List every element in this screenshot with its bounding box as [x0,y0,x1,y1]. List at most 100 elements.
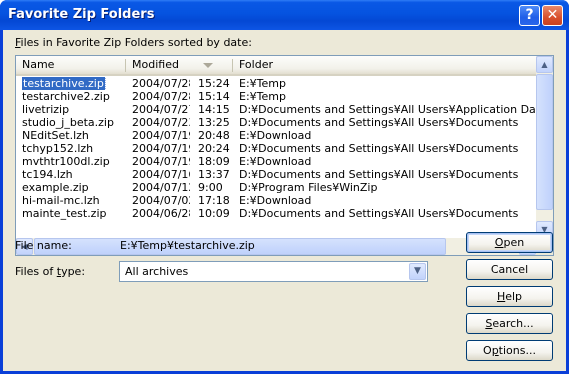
options-button-pre: O [483,344,492,357]
row-time: 13:37 [198,168,230,181]
row-folder: E:¥Temp [239,90,286,103]
list-row[interactable]: mainte_test.zip 2004/06/28 10:09 D:¥Docu… [16,207,536,220]
row-folder: E:¥Download [239,194,312,207]
row-name-cell: example.zip [22,181,126,194]
scroll-up-button[interactable]: ▲ [536,56,553,73]
row-name-cell: livetrizip [22,103,126,116]
column-header-name[interactable]: Name [16,56,125,74]
row-name-cell: tchyp152.lzh [22,142,126,155]
row-name: testarchive.zip [22,77,106,90]
row-date: 2004/07/23 [132,116,190,129]
files-of-type-value: All archives [125,265,189,278]
row-date: 2004/06/28 [132,207,190,220]
files-list-label-text: iles in Favorite Zip Folders sorted by d… [20,36,252,49]
list-header: Name Modified Folder [16,56,536,76]
row-folder: E:¥Temp [239,77,286,90]
row-name: NEditSet.lzh [22,129,89,142]
list-row[interactable]: testarchive2.zip 2004/07/28 15:14 E:¥Tem… [16,90,536,103]
files-list-label: Files in Favorite Zip Folders sorted by … [15,36,252,49]
row-time: 18:09 [198,155,230,168]
row-date: 2004/07/27 [132,103,190,116]
row-name-cell: studio_j_beta.zip [22,116,126,129]
row-time: 17:18 [198,194,230,207]
row-name-cell: testarchive.zip [22,77,126,90]
row-folder: E:¥Download [239,155,312,168]
row-name: example.zip [22,181,89,194]
file-name-value: E:¥Temp¥testarchive.zip [120,239,255,252]
row-time: 15:14 [198,90,230,103]
list-row[interactable]: mvthtr100dl.zip 2004/07/19 18:09 E:¥Down… [16,155,536,168]
row-name: livetrizip [22,103,70,116]
files-of-type-label: Files of type: [15,265,85,278]
row-time: 15:24 [198,77,230,90]
row-time: 9:00 [198,181,223,194]
list-row[interactable]: studio_j_beta.zip 2004/07/23 13:25 D:¥Do… [16,116,536,129]
vertical-scrollbar[interactable]: ▲ ▼ [536,56,553,238]
row-name: hi-mail-mc.lzh [22,194,100,207]
sort-descending-icon [203,63,213,68]
search-button-label: earch... [492,317,534,330]
row-folder: D:¥Documents and Settings¥All Users¥Docu… [239,168,519,181]
files-of-type-label-pre: Files of [15,265,57,278]
row-date: 2004/07/16 [132,168,190,181]
favorite-files-list[interactable]: Name Modified Folder testarchive.zip 200… [15,55,554,256]
help-button[interactable]: Help [466,286,553,307]
row-name-cell: mainte_test.zip [22,207,126,220]
help-caption-button[interactable]: ? [519,5,540,26]
cancel-button[interactable]: Cancel [466,259,553,280]
row-folder: D:¥Documents and Settings¥All Users¥Docu… [239,207,519,220]
column-header-modified[interactable]: Modified [126,56,232,74]
row-name-cell: tc194.lzh [22,168,126,181]
file-name-label: File name: [15,239,72,252]
row-name-cell: mvthtr100dl.zip [22,155,126,168]
column-header-folder[interactable]: Folder [233,56,533,74]
open-button[interactable]: Open [466,232,553,253]
open-button-label: pen [503,236,525,249]
row-name-cell: hi-mail-mc.lzh [22,194,126,207]
cancel-button-label: Cancel [490,263,529,276]
dropdown-arrow-button[interactable]: ▼ [409,263,426,280]
options-button[interactable]: Options... [466,340,553,361]
question-mark-icon: ? [525,7,534,23]
vertical-scroll-thumb[interactable] [536,74,553,210]
list-rows: testarchive.zip 2004/07/28 15:24 E:¥Temp… [16,77,536,237]
close-icon: ✕ [546,7,559,23]
list-row[interactable]: NEditSet.lzh 2004/07/19 20:48 E:¥Downloa… [16,129,536,142]
column-header-folder-label: Folder [239,58,273,71]
row-time: 14:15 [198,103,230,116]
list-row[interactable]: tchyp152.lzh 2004/07/19 20:24 D:¥Documen… [16,142,536,155]
row-name-cell: testarchive2.zip [22,90,126,103]
row-name: tchyp152.lzh [22,142,94,155]
files-of-type-dropdown[interactable]: All archives ▼ [119,261,428,282]
row-name: mvthtr100dl.zip [22,155,110,168]
row-date: 2004/07/02 [132,194,190,207]
row-date: 2004/07/19 [132,142,190,155]
close-button[interactable]: ✕ [542,5,563,26]
row-name-cell: NEditSet.lzh [22,129,126,142]
row-time: 13:25 [198,116,230,129]
list-row[interactable]: example.zip 2004/07/12 9:00 D:¥Program F… [16,181,536,194]
row-name: mainte_test.zip [22,207,107,220]
row-date: 2004/07/28 [132,90,190,103]
row-date: 2004/07/19 [132,155,190,168]
row-name: studio_j_beta.zip [22,116,114,129]
favorite-zip-folders-dialog: Favorite Zip Folders ? ✕ Files in Favori… [0,0,569,374]
row-time: 20:24 [198,142,230,155]
list-row[interactable]: hi-mail-mc.lzh 2004/07/02 17:18 E:¥Downl… [16,194,536,207]
row-date: 2004/07/12 [132,181,190,194]
row-name: testarchive2.zip [22,90,110,103]
list-row[interactable]: livetrizip 2004/07/27 14:15 D:¥Documents… [16,103,536,116]
row-folder: D:¥Documents and Settings¥All Users¥Docu… [239,116,519,129]
help-button-label: elp [505,290,523,303]
window-title: Favorite Zip Folders [8,7,155,22]
row-time: 10:09 [198,207,230,220]
options-button-accel: p [491,344,499,357]
search-button[interactable]: Search... [466,313,553,334]
row-folder: D:¥Documents and Settings¥All Users¥Appl… [239,103,536,116]
horizontal-scrollbar[interactable]: ◀ ▶ [16,238,536,255]
row-name: tc194.lzh [22,168,73,181]
column-header-name-label: Name [22,58,55,71]
list-row[interactable]: tc194.lzh 2004/07/16 13:37 D:¥Documents … [16,168,536,181]
files-of-type-label-post: ype: [61,265,86,278]
list-row[interactable]: testarchive.zip 2004/07/28 15:24 E:¥Temp [16,77,536,90]
